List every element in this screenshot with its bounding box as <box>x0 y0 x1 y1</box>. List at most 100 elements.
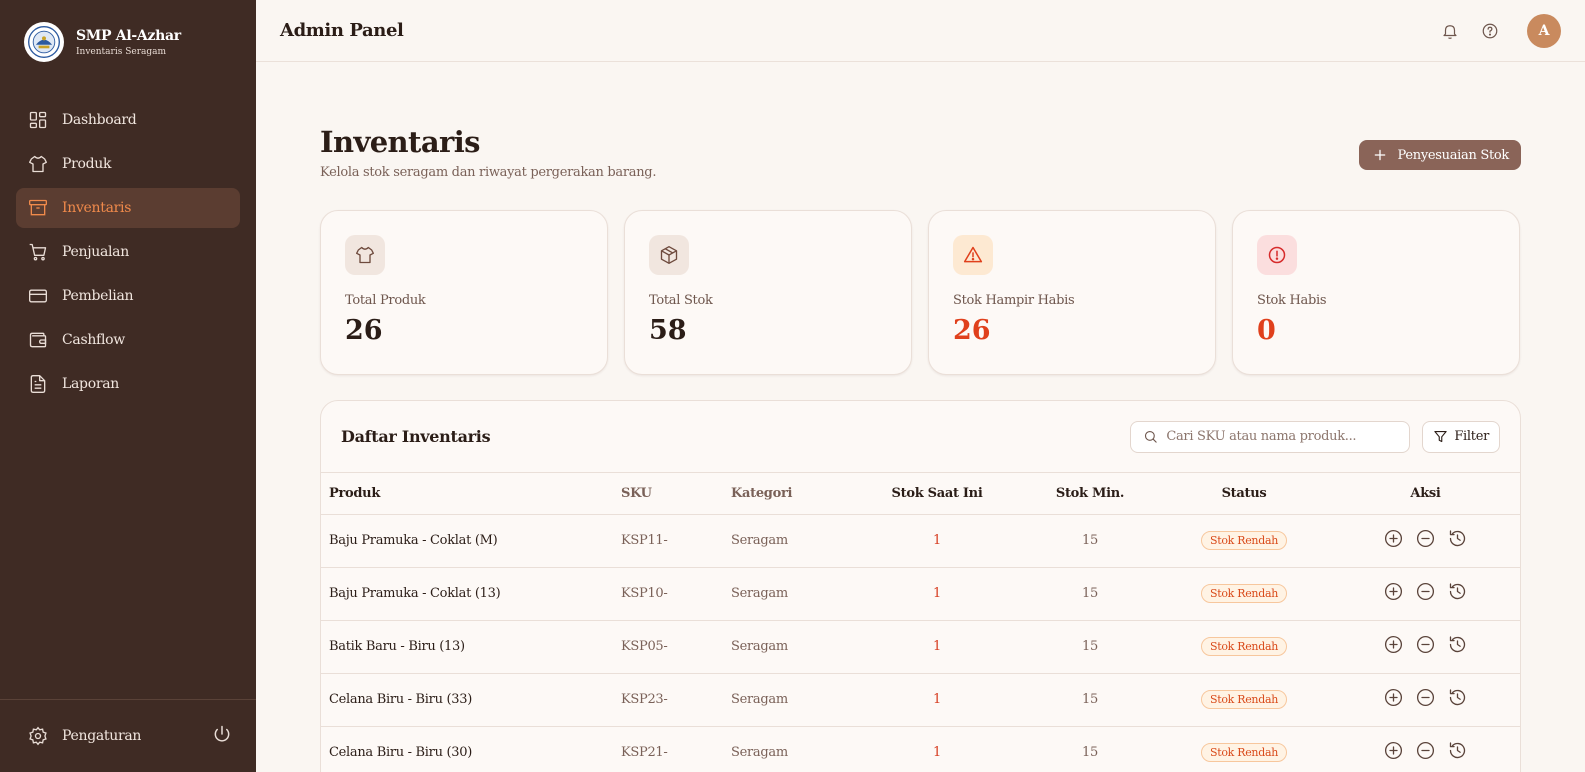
minus-circle-icon[interactable] <box>1415 687 1436 708</box>
cell-produk: Baju Pramuka - Coklat (13) <box>321 567 621 621</box>
alert-circle-icon <box>1268 246 1286 264</box>
sidebar-item-label: Cashflow <box>62 332 125 348</box>
stats-cards: Total Produk 26 Total Stok 58 Stok Hampi… <box>320 210 1521 375</box>
history-icon[interactable] <box>1447 528 1468 549</box>
cell-status: Stok Rendah <box>1157 567 1331 621</box>
brand[interactable]: SMP Al-Azhar Inventaris Seragam <box>24 22 181 62</box>
filter-icon <box>1434 430 1448 443</box>
stat-card-total-stok: Total Stok 58 <box>624 210 912 375</box>
stat-value: 0 <box>1257 315 1276 346</box>
sidebar-item-pembelian[interactable]: Pembelian <box>16 276 240 316</box>
column-header-kategori[interactable]: Kategori <box>731 473 851 515</box>
cell-sku: KSP11- <box>621 514 731 568</box>
sidebar-item-penjualan[interactable]: Penjualan <box>16 232 240 272</box>
power-icon <box>214 725 230 742</box>
filter-button[interactable]: Filter <box>1422 420 1500 453</box>
plus-circle-icon[interactable] <box>1383 634 1404 655</box>
minus-circle-icon[interactable] <box>1415 634 1436 655</box>
help-icon[interactable] <box>1481 22 1499 40</box>
column-header-sku[interactable]: SKU <box>621 473 731 515</box>
cell-actions <box>1331 567 1520 621</box>
cell-actions <box>1331 620 1520 674</box>
sidebar-item-cashflow[interactable]: Cashflow <box>16 320 240 360</box>
avatar[interactable]: A <box>1527 13 1561 48</box>
status-badge: Stok Rendah <box>1200 584 1287 603</box>
cell-sku: KSP05- <box>621 620 731 674</box>
table-header-row: Produk SKU Kategori Stok Saat Ini Stok M… <box>321 473 1520 515</box>
minus-circle-icon[interactable] <box>1415 581 1436 602</box>
stat-icon-box <box>1257 235 1297 275</box>
brand-name: SMP Al-Azhar <box>76 27 181 44</box>
column-header-stok[interactable]: Stok Saat Ini <box>851 473 1023 515</box>
sidebar-item-dashboard[interactable]: Dashboard <box>16 100 240 140</box>
school-logo <box>24 22 64 62</box>
archive-icon <box>29 199 47 216</box>
cell-actions <box>1331 673 1520 727</box>
plus-circle-icon[interactable] <box>1383 581 1404 602</box>
cell-produk: Celana Biru - Biru (33) <box>321 673 621 727</box>
bell-icon[interactable] <box>1441 22 1459 40</box>
column-header-stok-min[interactable]: Stok Min. <box>1023 473 1157 515</box>
cell-stok-min: 15 <box>1023 567 1157 621</box>
plus-circle-icon[interactable] <box>1383 687 1404 708</box>
cell-kategori: Seragam <box>731 673 851 727</box>
stat-value: 58 <box>649 315 687 346</box>
stat-icon-box <box>649 235 689 275</box>
history-icon[interactable] <box>1447 634 1468 655</box>
column-header-aksi: Aksi <box>1331 473 1520 515</box>
column-header-produk[interactable]: Produk <box>321 473 621 515</box>
column-header-status[interactable]: Status <box>1157 473 1331 515</box>
plus-circle-icon[interactable] <box>1383 740 1404 761</box>
stat-label: Stok Habis <box>1257 293 1327 308</box>
cell-kategori: Seragam <box>731 514 851 568</box>
history-icon[interactable] <box>1447 740 1468 761</box>
sidebar: SMP Al-Azhar Inventaris Seragam Dashboar… <box>0 0 256 772</box>
cell-status: Stok Rendah <box>1157 726 1331 772</box>
cell-sku: KSP23- <box>621 673 731 727</box>
history-icon[interactable] <box>1447 687 1468 708</box>
cell-stok-min: 15 <box>1023 514 1157 568</box>
brand-subtitle: Inventaris Seragam <box>76 46 167 57</box>
cell-status: Stok Rendah <box>1157 620 1331 674</box>
stock-adjustment-button[interactable]: Penyesuaian Stok <box>1359 140 1521 170</box>
stat-value: 26 <box>953 315 991 346</box>
sidebar-item-label: Dashboard <box>62 112 137 128</box>
search-box <box>1130 420 1411 453</box>
settings-link[interactable]: Pengaturan <box>28 726 141 746</box>
wallet-icon <box>29 332 47 348</box>
page-subtitle: Kelola stok seragam dan riwayat pergerak… <box>320 165 657 180</box>
settings-label: Pengaturan <box>62 728 142 744</box>
cell-status: Stok Rendah <box>1157 514 1331 568</box>
cell-stok-min: 15 <box>1023 673 1157 727</box>
plus-circle-icon[interactable] <box>1383 528 1404 549</box>
history-icon[interactable] <box>1447 581 1468 602</box>
cell-stok: 1 <box>851 620 1023 674</box>
cell-status: Stok Rendah <box>1157 673 1331 727</box>
minus-circle-icon[interactable] <box>1415 528 1436 549</box>
warning-icon <box>963 246 983 263</box>
table-row: Baju Pramuka - Coklat (13) KSP10- Seraga… <box>321 567 1520 621</box>
sidebar-nav: Dashboard Produk Inventaris Penjualan Pe… <box>16 100 240 408</box>
stock-adjustment-label: Penyesuaian Stok <box>1397 147 1509 163</box>
sidebar-footer: Pengaturan <box>0 699 256 772</box>
logout-button[interactable] <box>212 724 232 748</box>
box-icon <box>660 246 678 264</box>
sidebar-item-inventaris[interactable]: Inventaris <box>16 188 240 228</box>
stat-card-total-produk: Total Produk 26 <box>320 210 608 375</box>
sidebar-item-laporan[interactable]: Laporan <box>16 364 240 404</box>
sidebar-item-produk[interactable]: Produk <box>16 144 240 184</box>
cell-produk: Celana Biru - Biru (30) <box>321 726 621 772</box>
sidebar-item-label: Inventaris <box>62 200 132 216</box>
cell-sku: KSP21- <box>621 726 731 772</box>
stat-card-stok-hampir-habis: Stok Hampir Habis 26 <box>928 210 1216 375</box>
search-input[interactable] <box>1166 429 1397 444</box>
table-title: Daftar Inventaris <box>341 427 491 446</box>
credit-card-icon <box>29 289 47 303</box>
cell-stok-min: 15 <box>1023 726 1157 772</box>
cell-kategori: Seragam <box>731 620 851 674</box>
cell-stok: 1 <box>851 567 1023 621</box>
cell-stok: 1 <box>851 514 1023 568</box>
cell-stok-min: 15 <box>1023 620 1157 674</box>
filter-label: Filter <box>1454 429 1489 444</box>
minus-circle-icon[interactable] <box>1415 740 1436 761</box>
